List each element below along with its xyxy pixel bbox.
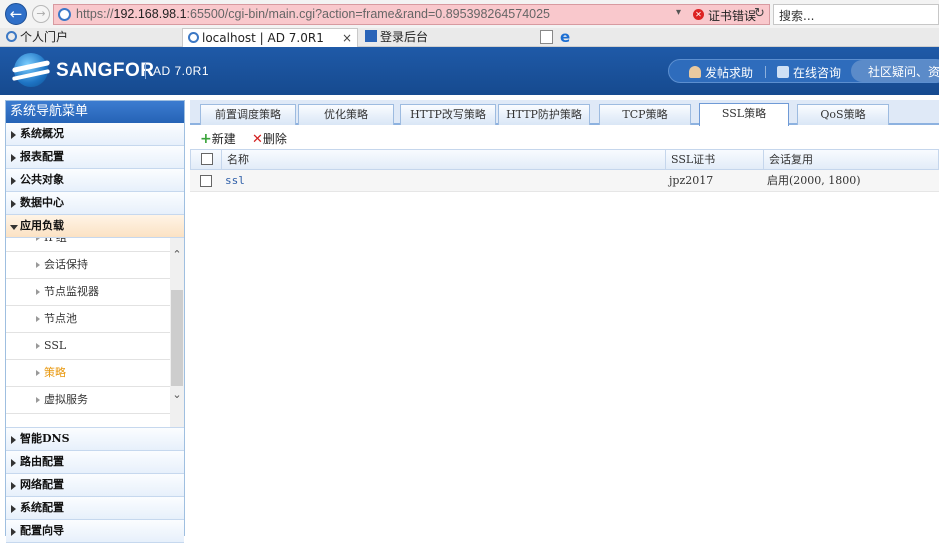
post-help-link[interactable]: 发帖求助 [689,64,753,81]
community-link[interactable]: 社区疑问、资料 [868,63,939,80]
cert-error-label[interactable]: 证书错误 [708,7,756,24]
tab-tcp-policy[interactable]: TCP策略 [599,104,691,125]
plus-icon: + [200,131,212,147]
address-bar[interactable]: https://192.168.98.1:65500/cgi-bin/main.… [53,4,770,25]
page-icon [58,8,71,21]
sidebar: 系统导航菜单 系统概况 报表配置 公共对象 数据中心 应用负载 IP组 会话保持… [5,100,185,543]
app-header: SANGFOR AD 7.0R1 发帖求助 在线咨询 社区疑问、资料 [0,47,939,95]
browser-tab-row: 个人门户 localhost | AD 7.0R1 × 登录后台 e [0,28,939,47]
sidebar-item-data-center[interactable]: 数据中心 [6,192,184,215]
policy-tabbar: 前置调度策略 优化策略 HTTP改写策略 HTTP防护策略 TCP策略 SSL策… [190,100,939,126]
person-icon [689,66,701,78]
product-version: AD 7.0R1 [153,64,210,78]
sub-item-virtual-service[interactable]: 虚拟服务 [6,387,170,414]
scroll-down-icon[interactable]: ⌄ [170,388,184,402]
sub-item-policy[interactable]: 策略 [6,360,170,387]
tab-pre-dispatch[interactable]: 前置调度策略 [200,104,296,125]
sidebar-item-routing[interactable]: 路由配置 [6,451,184,474]
scrollbar-thumb[interactable] [171,290,183,386]
ie-icon [6,31,17,42]
sidebar-item-app-load[interactable]: 应用负载 [6,215,184,238]
header-divider [765,66,766,78]
sidebar-item-network[interactable]: 网络配置 [6,474,184,497]
row-name-link[interactable]: ssl [220,170,664,192]
edge-icon[interactable]: e [560,29,576,45]
sidebar-item-smart-dns[interactable]: 智能DNS [6,428,184,451]
row-ssl-cert: jpz2017 [669,174,714,187]
sub-item-node-pool[interactable]: 节点池 [6,306,170,333]
brand-divider [145,63,146,79]
new-button[interactable]: +新建 [200,130,236,147]
select-all-checkbox[interactable] [201,153,213,165]
search-placeholder: 搜索... [779,9,815,23]
sub-item-session-keep[interactable]: 会话保持 [6,252,170,279]
delete-button[interactable]: ✕删除 [252,130,287,147]
forward-arrow-icon[interactable]: → [32,5,50,23]
back-arrow-icon[interactable]: ← [5,3,27,25]
toolbar: +新建 ✕删除 [190,127,939,149]
sidebar-item-public-objects[interactable]: 公共对象 [6,169,184,192]
tab-qos-policy[interactable]: QoS策略 [797,104,889,125]
column-header-ssl-cert[interactable]: SSL证书 [665,150,763,170]
sub-item-ssl[interactable]: SSL [6,333,170,360]
sub-item-ip-group[interactable]: IP组 [6,238,170,252]
search-input[interactable]: 搜索... [773,4,939,25]
tab-localhost[interactable]: localhost | AD 7.0R1 × [182,28,358,47]
row-session-reuse: 启用(2000, 1800) [767,174,861,187]
new-tab-icon[interactable] [540,30,553,44]
online-consult-link[interactable]: 在线咨询 [777,64,841,81]
address-dropdown-icon[interactable]: ▾ [676,7,681,18]
submenu-scrollbar[interactable]: ⌃ ⌄ [170,238,184,427]
chat-icon [777,66,789,78]
refresh-icon[interactable]: ↻ [754,6,765,21]
header-links: 发帖求助 在线咨询 社区疑问、资料 [668,59,939,83]
table-header: 名称 SSL证书 会话复用 [190,149,939,170]
url-text: https://192.168.98.1:65500/cgi-bin/main.… [76,7,550,21]
tab-login-backend[interactable]: 登录后台 [360,28,530,47]
column-header-name[interactable]: 名称 [221,150,665,170]
sidebar-item-wizard[interactable]: 配置向导 [6,520,184,543]
tab-ssl-policy[interactable]: SSL策略 [699,103,789,126]
browser-address-row: ← → https://192.168.98.1:65500/cgi-bin/m… [0,0,939,28]
brand-name: SANGFOR [56,60,155,81]
sub-item-node-monitor[interactable]: 节点监视器 [6,279,170,306]
sidebar-item-reports[interactable]: 报表配置 [6,146,184,169]
delete-icon: ✕ [252,132,263,147]
tab-http-rewrite[interactable]: HTTP改写策略 [400,104,496,125]
favorite-personal-portal[interactable]: 个人门户 [6,29,68,46]
close-tab-icon[interactable]: × [342,29,352,47]
sangfor-logo-icon [14,53,48,87]
sidebar-submenu: IP组 会话保持 节点监视器 节点池 SSL 策略 虚拟服务 ⌃ ⌄ [6,238,184,428]
site-icon [365,30,377,42]
sidebar-title: 系统导航菜单 [6,101,184,123]
ie-icon [188,32,199,43]
row-checkbox[interactable] [200,175,212,187]
column-header-session-reuse[interactable]: 会话复用 [763,150,939,170]
table-row[interactable]: ssl jpz2017 启用(2000, 1800) [190,170,939,192]
scroll-up-icon[interactable]: ⌃ [170,248,184,262]
main-panel: 前置调度策略 优化策略 HTTP改写策略 HTTP防护策略 TCP策略 SSL策… [190,100,939,536]
community-pill[interactable]: 社区疑问、资料 [851,60,939,82]
tab-optimization[interactable]: 优化策略 [298,104,394,125]
tab-http-protect[interactable]: HTTP防护策略 [498,104,590,125]
sidebar-item-overview[interactable]: 系统概况 [6,123,184,146]
cert-error-icon[interactable]: ✕ [693,9,704,20]
sidebar-item-system[interactable]: 系统配置 [6,497,184,520]
